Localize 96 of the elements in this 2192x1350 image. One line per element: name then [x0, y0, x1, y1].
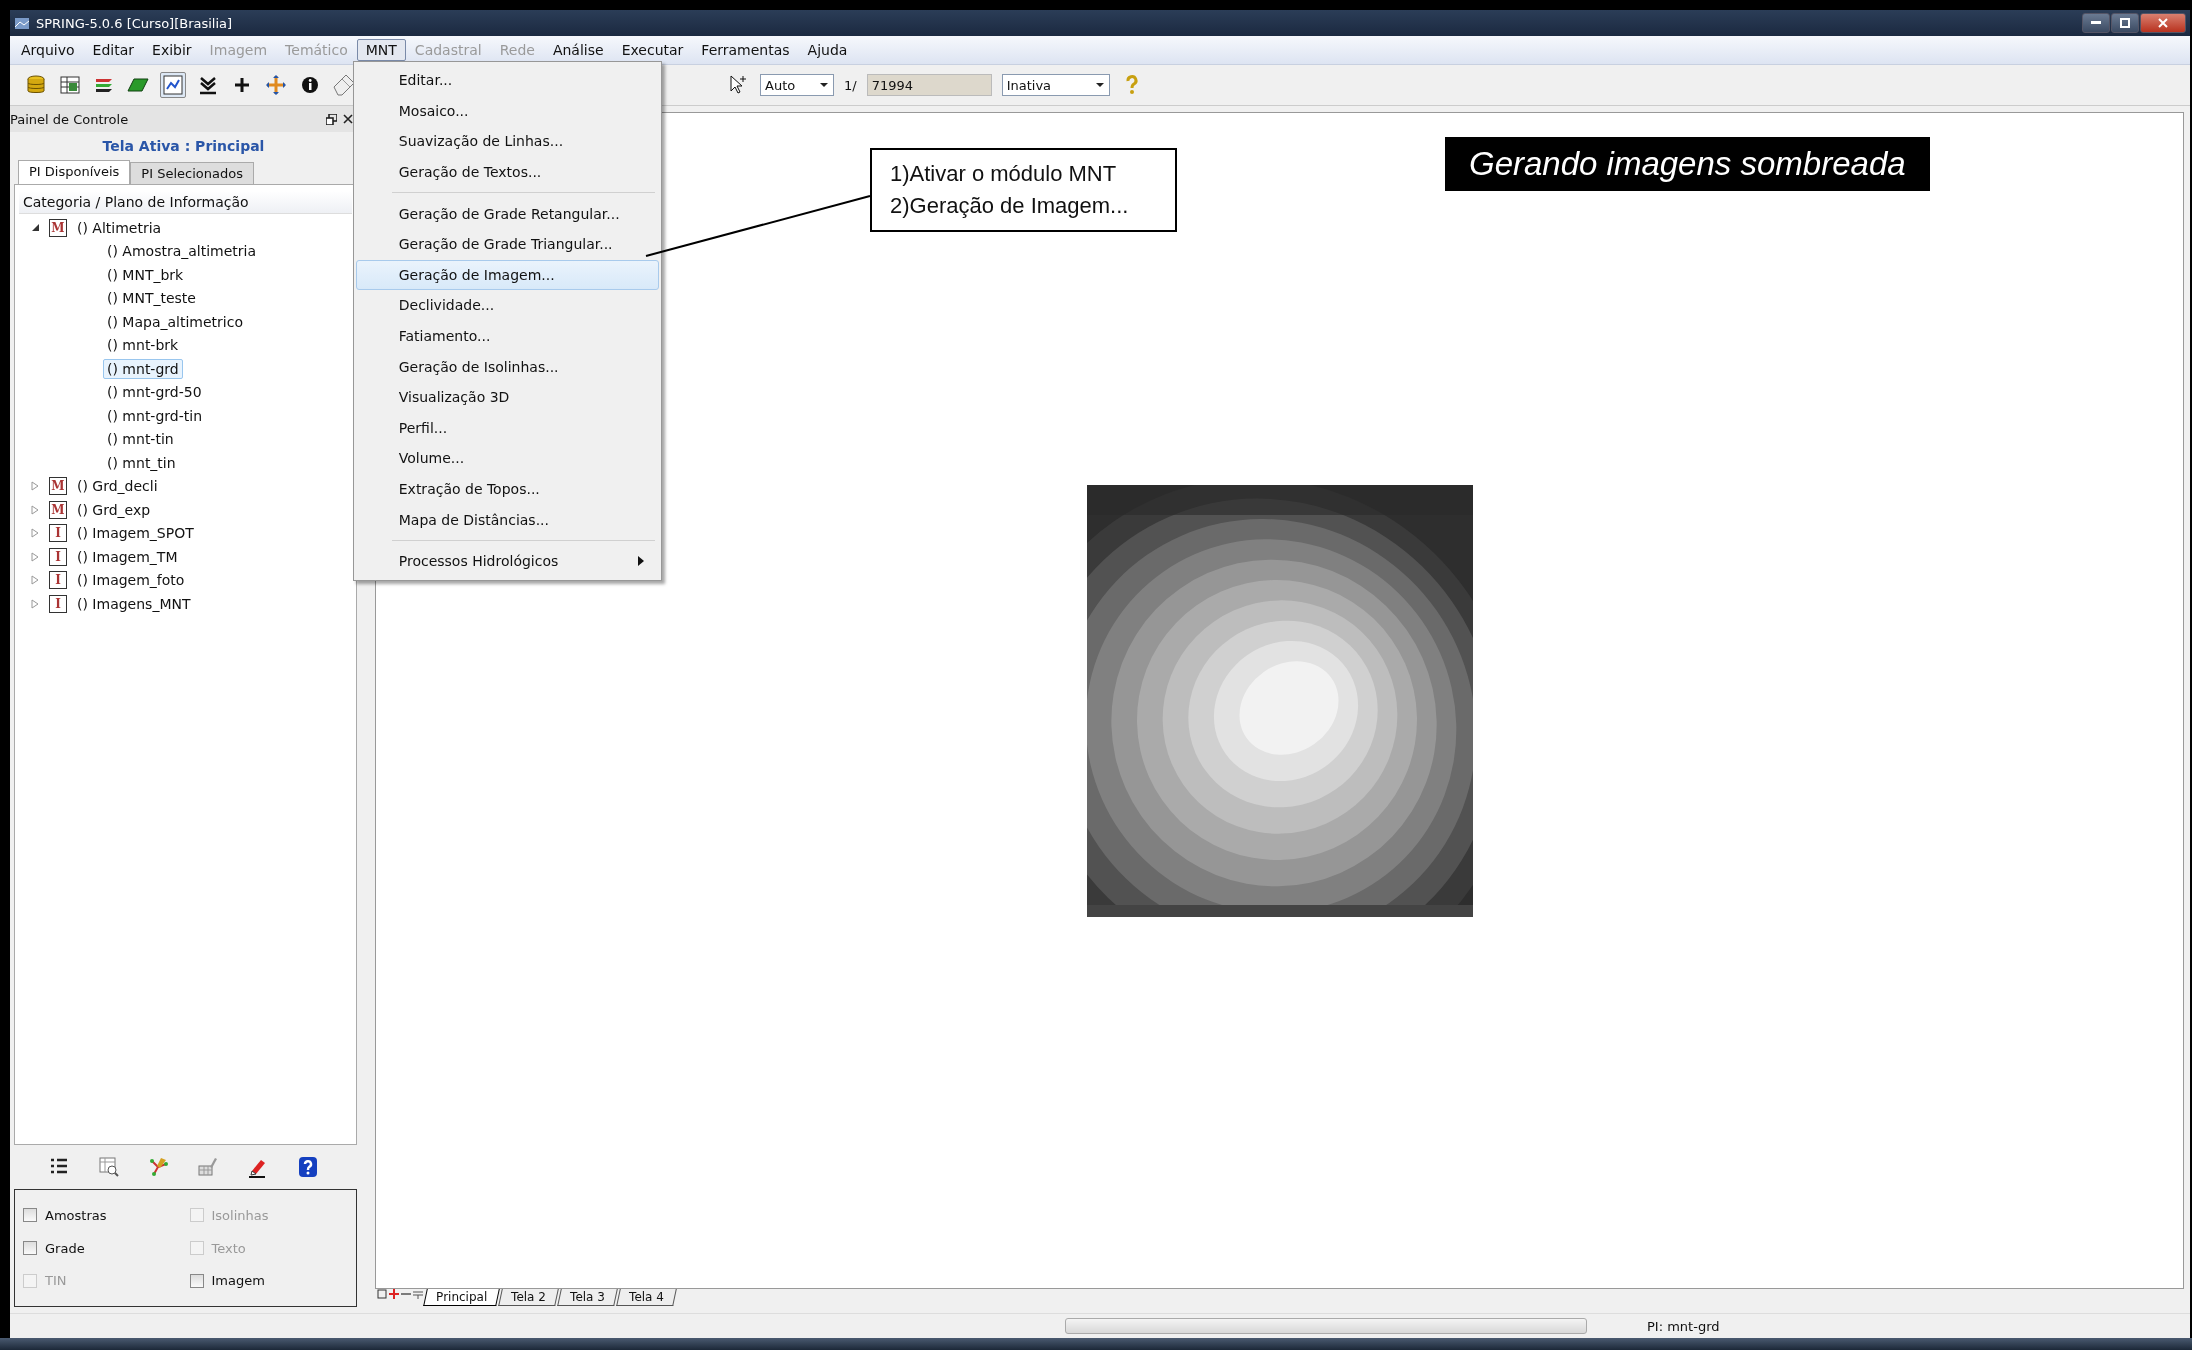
category-icon: I	[49, 547, 67, 566]
table-icon	[58, 73, 82, 97]
menu-item[interactable]: Fatiamento...	[355, 320, 659, 352]
toolbar-button[interactable]	[160, 72, 186, 98]
category-icon: M	[49, 500, 67, 519]
window-title: SPRING-5.0.6 [Curso][Brasilia]	[36, 15, 234, 31]
menu-item[interactable]: Processos Hidrológicos	[355, 545, 659, 577]
table-search-icon	[96, 1155, 121, 1179]
tree-item[interactable]: () mnt-brk	[103, 335, 183, 356]
callout-text: 1)Ativar o módulo MNT	[890, 160, 1118, 188]
app-icon	[14, 15, 30, 31]
menu-item[interactable]: Geração de Grade Triangular...	[355, 228, 659, 260]
tree-item[interactable]: () Imagem_foto	[73, 570, 189, 591]
menu-item[interactable]: Editar...	[355, 65, 659, 96]
tree-item[interactable]: () Amostra_altimetria	[103, 241, 261, 262]
restore-icon	[2120, 18, 2130, 28]
menu-bar-item[interactable]: Ajuda	[798, 39, 857, 61]
menu-item[interactable]: Geração de Imagem...	[355, 259, 659, 291]
minimize-icon	[2091, 21, 2101, 25]
menu-item[interactable]: Geração de Textos...	[355, 156, 659, 188]
tree-item[interactable]: () Imagem_SPOT	[73, 523, 198, 544]
menu-item[interactable]: Perfil...	[355, 412, 659, 444]
banner-title: Gerando imagens sombreada	[1445, 137, 1930, 191]
scale-mode-dropdown[interactable]: Auto	[760, 74, 834, 96]
window-icon[interactable]	[377, 1289, 387, 1299]
status-text: PI: mnt-grd	[1647, 1318, 1720, 1334]
panel-tab[interactable]: PI Selecionados	[130, 162, 254, 184]
menu-bar-item[interactable]: Executar	[612, 39, 693, 61]
tree-item[interactable]: () mnt-grd-tin	[103, 405, 206, 426]
category-icon: I	[49, 594, 67, 613]
menu-bar-item[interactable]: Editar	[83, 39, 144, 61]
checkbox-label: TIN	[45, 1273, 67, 1289]
plus-icon[interactable]	[389, 1289, 399, 1299]
float-icon[interactable]	[326, 113, 337, 125]
tree-item[interactable]: () mnt-tin	[103, 429, 178, 450]
tree-item[interactable]: () Imagens_MNT	[73, 593, 195, 614]
expanded-arrow-icon[interactable]	[30, 223, 40, 233]
checkbox-label: Grade	[45, 1240, 85, 1256]
category-icon: I	[49, 524, 67, 543]
tree-item[interactable]: () Grd_decli	[73, 476, 162, 497]
checkbox[interactable]	[23, 1241, 37, 1255]
category-icon: I	[49, 571, 67, 590]
menu-item[interactable]: Volume...	[355, 443, 659, 474]
checkbox[interactable]	[189, 1273, 204, 1288]
caret-icon	[819, 82, 829, 88]
tree-item[interactable]: () MNT_teste	[103, 288, 200, 309]
mode-dropdown[interactable]: Inativa	[1001, 74, 1110, 96]
tree-item[interactable]: () Altimetria	[73, 217, 166, 238]
screen-tab[interactable]: Tela 4	[615, 1289, 677, 1306]
category-icon: M	[49, 477, 67, 496]
tree-item[interactable]: () mnt_tin	[103, 452, 180, 473]
menu-bar-item[interactable]: Arquivo	[12, 39, 84, 61]
tree-item[interactable]: () Imagem_TM	[73, 546, 182, 567]
checkbox-label: Imagem	[211, 1273, 265, 1289]
checkbox-label: Isolinhas	[211, 1207, 269, 1223]
tree-item[interactable]: () mnt-grd	[103, 358, 183, 379]
tree-item[interactable]: () Grd_exp	[73, 499, 155, 520]
category-icon: M	[49, 218, 67, 237]
callout-text: 2)Geração de Imagem...	[890, 192, 1130, 220]
menu-bar-item[interactable]: MNT	[356, 39, 406, 61]
submenu-arrow-icon	[637, 556, 644, 567]
screen-tab[interactable]: Tela 3	[557, 1289, 618, 1306]
screen-tab[interactable]: Tela 2	[498, 1289, 559, 1306]
menu-bar-item[interactable]: Ferramentas	[692, 39, 799, 61]
close-icon[interactable]	[343, 114, 353, 124]
menu-item[interactable]: Extração de Topos...	[355, 473, 659, 505]
maximize-button[interactable]	[2111, 13, 2139, 33]
close-icon	[2158, 18, 2168, 28]
chart-icon	[161, 73, 185, 97]
minimize-button[interactable]	[2082, 13, 2110, 33]
tree-item[interactable]: () Mapa_altimetrico	[103, 311, 247, 332]
menu-bar-item[interactable]: Análise	[543, 39, 613, 61]
caret-icon	[1094, 82, 1105, 88]
menu-item[interactable]: Suavização de Linhas...	[355, 126, 659, 157]
menu-item[interactable]: Geração de Grade Retangular...	[355, 198, 659, 229]
tree-item[interactable]: () mnt-grd-50	[103, 382, 206, 403]
menu-item[interactable]: Mapa de Distâncias...	[355, 504, 659, 535]
panel-title: Painel de Controle	[10, 111, 129, 127]
move-icon	[264, 73, 288, 97]
tree-item[interactable]: () MNT_brk	[103, 264, 188, 285]
checkbox-label: Amostras	[45, 1207, 107, 1223]
scale-field[interactable]: 71994	[866, 74, 992, 96]
panel-tab[interactable]: PI Disponíveis	[18, 160, 131, 184]
tile-icon[interactable]	[413, 1289, 423, 1299]
active-screen-label: Tela Ativa : Principal	[101, 137, 266, 156]
menu-bar-item[interactable]: Exibir	[143, 39, 201, 61]
menu-item[interactable]: Visualização 3D	[355, 381, 659, 413]
menu-item[interactable]: Geração de Isolinhas...	[355, 351, 659, 382]
screen-tab[interactable]: Principal	[423, 1289, 500, 1306]
checkbox[interactable]	[23, 1208, 37, 1223]
close-button[interactable]	[2140, 13, 2186, 33]
menu-item[interactable]: Mosaico...	[355, 95, 659, 127]
menu-item[interactable]: Declividade...	[355, 290, 659, 321]
checkbox-label: Texto	[211, 1240, 246, 1256]
toolbar-button[interactable]	[264, 73, 288, 97]
scale-label: 1/	[844, 77, 857, 93]
